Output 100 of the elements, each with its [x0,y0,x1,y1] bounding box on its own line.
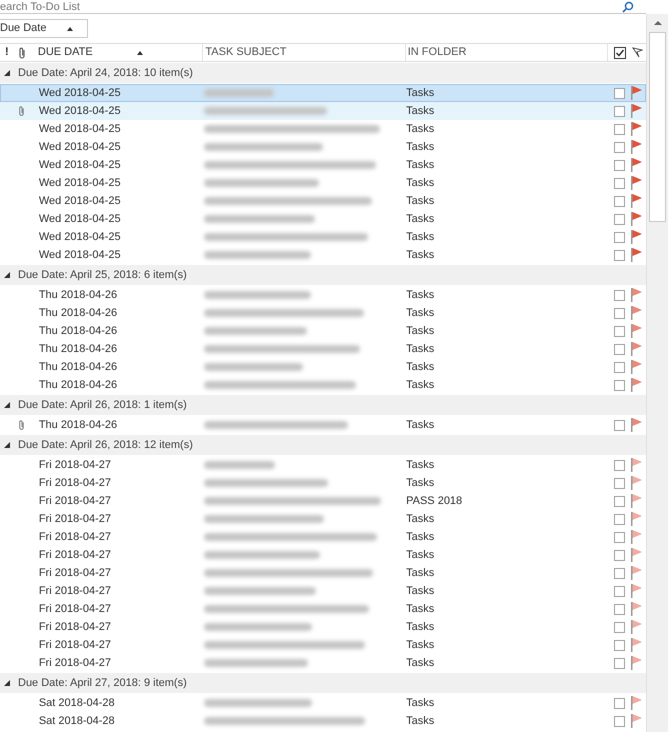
task-row[interactable]: Wed 2018-04-25 Tasks [0,84,646,102]
task-row[interactable]: Wed 2018-04-25 Tasks [0,102,646,120]
task-row[interactable]: Thu 2018-04-26 Tasks [0,322,646,340]
task-row[interactable]: Sat 2018-04-28 Tasks [0,712,646,730]
due-date-cell-text: Wed 2018-04-25 [38,212,122,227]
checkbox[interactable] [614,142,625,152]
search-field[interactable]: earch To-Do List [0,0,646,14]
checkbox[interactable] [614,568,625,578]
task-row[interactable]: Fri 2018-04-27 Tasks [0,456,646,474]
task-row[interactable]: Wed 2018-04-25 Tasks [0,174,646,192]
arrange-by-dropdown[interactable]: Due Date [0,19,88,38]
checkbox[interactable] [614,698,625,708]
scrollbar-thumb[interactable] [649,32,666,222]
collapse-triangle-icon[interactable] [4,402,10,408]
task-row[interactable]: Wed 2018-04-25 Tasks [0,156,646,174]
task-row[interactable]: Fri 2018-04-27 Tasks [0,654,646,672]
checkbox-checked-icon[interactable] [614,46,626,58]
task-row[interactable]: Sat 2018-04-28 Tasks [0,694,646,712]
folder-cell-text: Tasks [405,458,436,473]
checkbox[interactable] [614,640,625,650]
checkbox[interactable] [614,196,625,206]
collapse-triangle-icon[interactable] [4,680,10,686]
task-row[interactable]: Thu 2018-04-26 Tasks [0,340,646,358]
folder-cell-text: Tasks [405,360,436,375]
due-date-cell-text: Thu 2018-04-26 [38,360,118,375]
column-header[interactable]: TASK SUBJECT [205,44,286,61]
checkbox[interactable] [614,290,625,300]
task-row[interactable]: Fri 2018-04-27 Tasks [0,474,646,492]
folder-cell-text: Tasks [405,324,436,339]
collapse-triangle-icon[interactable] [4,70,10,76]
task-row[interactable]: Fri 2018-04-27 Tasks [0,582,646,600]
folder-cell-text: Tasks [405,378,436,393]
folder-cell-text: Tasks [405,476,436,491]
checkbox[interactable] [614,604,625,614]
checkbox[interactable] [614,622,625,632]
task-row[interactable]: Fri 2018-04-27 Tasks [0,600,646,618]
checkbox[interactable] [614,586,625,596]
task-row[interactable]: Fri 2018-04-27 Tasks [0,636,646,654]
checkbox[interactable] [614,362,625,372]
sort-ascending-icon [67,26,73,30]
due-date-cell-text: Wed 2018-04-25 [38,194,122,209]
collapse-triangle-icon[interactable] [4,442,10,448]
task-row[interactable]: Fri 2018-04-27 Tasks [0,528,646,546]
task-row[interactable]: Thu 2018-04-26 Tasks [0,286,646,304]
scroll-up-icon[interactable] [652,20,662,26]
checkbox[interactable] [614,308,625,318]
search-icon[interactable] [622,0,634,12]
task-row[interactable]: Fri 2018-04-27 Tasks [0,510,646,528]
task-row[interactable]: Thu 2018-04-26 Tasks [0,376,646,394]
checkbox[interactable] [614,420,625,430]
due-date-cell-text: Fri 2018-04-27 [38,638,112,653]
due-date-cell-text: Wed 2018-04-25 [38,140,122,155]
task-row[interactable]: Wed 2018-04-25 Tasks [0,210,646,228]
due-date-cell-text: Fri 2018-04-27 [38,476,112,491]
folder-cell-text: Tasks [405,714,436,729]
task-row[interactable]: Wed 2018-04-25 Tasks [0,192,646,210]
checkbox[interactable] [614,214,625,224]
checkbox[interactable] [614,514,625,524]
task-row[interactable]: Fri 2018-04-27 PASS 2018 [0,492,646,510]
checkbox[interactable] [614,88,625,98]
checkbox[interactable] [614,460,625,470]
task-row[interactable]: Wed 2018-04-25 Tasks [0,138,646,156]
checkbox[interactable] [614,380,625,390]
paperclip-icon[interactable] [18,46,26,58]
task-row[interactable]: Wed 2018-04-25 Tasks [0,246,646,264]
checkbox[interactable] [614,344,625,354]
checkbox[interactable] [614,658,625,668]
collapse-triangle-icon[interactable] [4,272,10,278]
due-date-cell-text: Thu 2018-04-26 [38,306,118,321]
checkbox[interactable] [614,160,625,170]
task-row[interactable]: Wed 2018-04-25 Tasks [0,120,646,138]
folder-cell-text: Tasks [405,212,436,227]
folder-cell-text: Tasks [405,194,436,209]
task-row[interactable]: Thu 2018-04-26 Tasks [0,416,646,434]
checkbox[interactable] [614,716,625,726]
task-row[interactable]: Fri 2018-04-27 Tasks [0,546,646,564]
task-row[interactable]: Fri 2018-04-27 Tasks [0,564,646,582]
due-date-cell-text: Wed 2018-04-25 [38,86,122,101]
column-header[interactable]: IN FOLDER [408,44,466,61]
task-row[interactable]: Fri 2018-04-27 Tasks [0,618,646,636]
task-row[interactable]: Thu 2018-04-26 Tasks [0,358,646,376]
checkbox[interactable] [614,326,625,336]
checkbox[interactable] [614,496,625,506]
task-row[interactable]: Thu 2018-04-26 Tasks [0,304,646,322]
checkbox[interactable] [614,478,625,488]
due-date-cell-text: Wed 2018-04-25 [38,104,122,119]
checkbox[interactable] [614,550,625,560]
scrollbar[interactable] [646,14,668,732]
checkbox[interactable] [614,106,625,116]
flag-icon[interactable] [632,47,644,58]
folder-cell-text: Tasks [405,530,436,545]
importance-header[interactable]: ! [0,44,18,61]
checkbox[interactable] [614,178,625,188]
checkbox[interactable] [614,532,625,542]
column-header[interactable]: DUE DATE [38,44,93,61]
checkbox[interactable] [614,232,625,242]
due-date-cell-text: Fri 2018-04-27 [38,530,112,545]
checkbox[interactable] [614,124,625,134]
task-row[interactable]: Wed 2018-04-25 Tasks [0,228,646,246]
checkbox[interactable] [614,250,625,260]
